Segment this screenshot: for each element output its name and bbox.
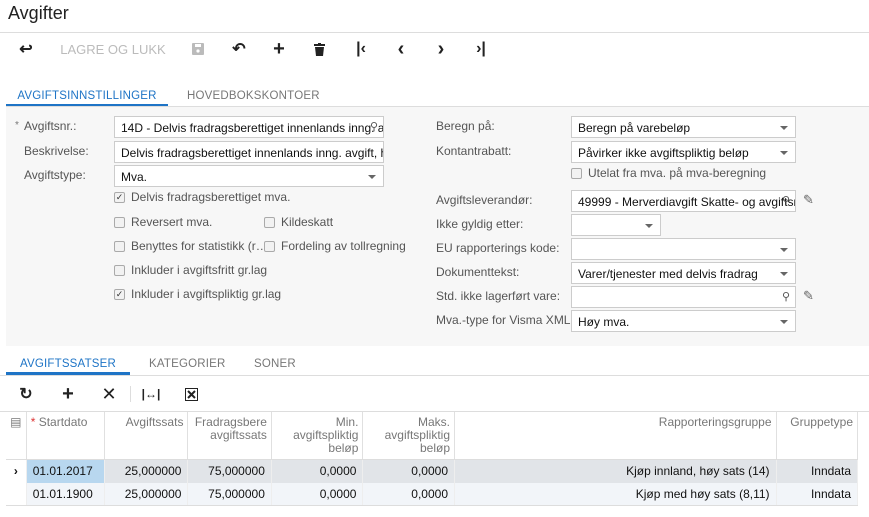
last-record-icon[interactable]: ›|	[470, 38, 492, 60]
undo-icon[interactable]: ↶	[228, 38, 250, 60]
divider	[0, 375, 869, 376]
checkbox-icon	[264, 240, 275, 252]
search-icon[interactable]: ⚲	[370, 120, 378, 133]
tax-type-value: Mva.	[121, 170, 148, 184]
discount-select[interactable]: Påvirker ikke avgiftspliktig beløp	[571, 141, 796, 163]
checkbox-reverse-vat[interactable]: Reversert mva.	[114, 215, 212, 229]
checkbox-icon	[264, 216, 275, 228]
chevron-down-icon	[780, 272, 788, 276]
table-row[interactable]: › 01.01.2017 25,000000 75,000000 0,0000 …	[6, 459, 859, 483]
fit-columns-icon[interactable]: |↔|	[140, 383, 162, 405]
previous-icon[interactable]: ‹	[390, 38, 412, 60]
tax-rates-grid: ▤ * Startdato Avgiftssats Fradragsbere a…	[6, 412, 859, 506]
chevron-down-icon	[780, 248, 788, 252]
page-title: Avgifter	[8, 3, 69, 23]
eu-code-label: EU rapporterings kode:	[436, 241, 560, 255]
chevron-down-icon	[780, 126, 788, 130]
tax-id-value: 14D - Delvis fradragsberettiget innenlan…	[121, 121, 384, 135]
checkbox-statistics[interactable]: Benyttes for statistikk (r…	[114, 239, 268, 253]
description-label: Beskrivelse:	[24, 144, 89, 158]
checkbox-icon	[114, 264, 125, 276]
checkbox-icon: ✓	[114, 191, 125, 203]
column-gruppetype[interactable]: Gruppetype	[776, 412, 859, 460]
calc-on-select[interactable]: Beregn på varebeløp	[571, 116, 796, 138]
invalid-after-label: Ikke gyldig etter:	[436, 217, 524, 231]
refresh-icon[interactable]: ↻	[16, 383, 36, 405]
column-rapporteringsgruppe[interactable]: Rapporteringsgruppe	[454, 412, 777, 460]
item-label: Std. ikke lagerført vare:	[436, 289, 561, 303]
checkbox-exempt-base[interactable]: Inkluder i avgiftsfritt gr.lag	[114, 263, 267, 277]
tax-type-select[interactable]: Mva.	[114, 165, 384, 187]
export-excel-icon[interactable]	[181, 383, 201, 405]
calc-on-label: Beregn på:	[436, 119, 495, 133]
column-fradrag[interactable]: Fradragsbere avgiftssats	[187, 412, 272, 460]
chevron-down-icon	[645, 224, 653, 228]
edit-icon[interactable]: ✎	[803, 288, 814, 304]
xml-type-select[interactable]: Høy mva.	[571, 310, 796, 332]
add-icon[interactable]: +	[268, 38, 290, 60]
eu-code-select[interactable]	[571, 238, 796, 260]
xml-type-label: Mva.-type for Visma XML:	[436, 313, 574, 327]
chevron-down-icon	[780, 320, 788, 324]
vendor-field[interactable]: 49999 - Merverdiavgift Skatte- og avgift…	[571, 190, 796, 212]
search-icon[interactable]: ⚲	[782, 194, 790, 207]
checkbox-partial-deductible[interactable]: ✓ Delvis fradragsberettiget mva.	[114, 190, 290, 204]
save-close-button[interactable]: LAGRE OG LUKK	[58, 38, 168, 60]
tax-id-field[interactable]: 14D - Delvis fradragsberettiget innenlan…	[114, 116, 384, 138]
column-min[interactable]: Min. avgiftspliktig beløp	[271, 412, 364, 460]
divider	[0, 32, 869, 33]
tab-kategorier[interactable]: KATEGORIER	[149, 358, 226, 374]
tax-id-label: Avgiftsnr.:	[24, 119, 77, 133]
add-row-icon[interactable]: +	[58, 383, 78, 405]
checkbox-icon	[114, 240, 125, 252]
checkbox-withholding[interactable]: Kildeskatt	[264, 215, 333, 229]
item-field[interactable]: ⚲	[571, 286, 796, 308]
save-icon[interactable]	[187, 38, 209, 60]
checkbox-taxable-base[interactable]: ✓ Inkluder i avgiftspliktig gr.lag	[114, 287, 281, 301]
tab-soner[interactable]: SONER	[254, 358, 296, 374]
delete-icon[interactable]	[308, 38, 330, 60]
chevron-down-icon	[368, 175, 376, 179]
row-selector-icon: ›	[6, 459, 27, 483]
doc-text-label: Dokumenttekst:	[436, 265, 520, 279]
tax-type-label: Avgiftstype:	[24, 168, 86, 182]
table-row[interactable]: 01.01.1900 25,000000 75,000000 0,0000 0,…	[6, 482, 859, 506]
chevron-down-icon	[780, 151, 788, 155]
next-icon[interactable]: ›	[430, 38, 452, 60]
checkbox-icon	[114, 216, 125, 228]
column-avgiftssats[interactable]: Avgiftssats	[104, 412, 189, 460]
tab-hovedbokskontoer[interactable]: HOVEDBOKSKONTOER	[187, 90, 320, 106]
checkbox-icon	[571, 167, 582, 179]
edit-icon[interactable]: ✎	[803, 192, 814, 208]
invalid-after-select[interactable]	[571, 214, 661, 236]
column-maks[interactable]: Maks. avgiftspliktig beløp	[362, 412, 455, 460]
delete-row-icon[interactable]: ✕	[99, 383, 119, 405]
tab-avgiftsinnstillinger[interactable]: AVGIFTSINNSTILLINGER	[6, 90, 168, 107]
checkbox-customs[interactable]: Fordeling av tollregning	[264, 239, 406, 253]
description-field[interactable]: Delvis fradragsberettiget innenlands inn…	[114, 141, 384, 163]
first-record-icon[interactable]: |‹	[350, 38, 372, 60]
search-icon[interactable]: ⚲	[782, 290, 790, 303]
column-settings-icon[interactable]: ▤	[6, 412, 27, 460]
discount-label: Kontantrabatt:	[436, 144, 512, 158]
checkbox-exclude-vat[interactable]: Utelat fra mva. på mva-beregning	[571, 166, 766, 180]
tab-avgiftssatser[interactable]: AVGIFTSSATSER	[6, 358, 130, 375]
back-button[interactable]: ↩	[14, 38, 38, 60]
vendor-label: Avgiftsleverandør:	[436, 193, 533, 207]
column-startdato[interactable]: * Startdato	[26, 412, 106, 460]
checkbox-icon: ✓	[114, 288, 125, 300]
doc-text-select[interactable]: Varer/tjenester med delvis fradrag	[571, 262, 796, 284]
